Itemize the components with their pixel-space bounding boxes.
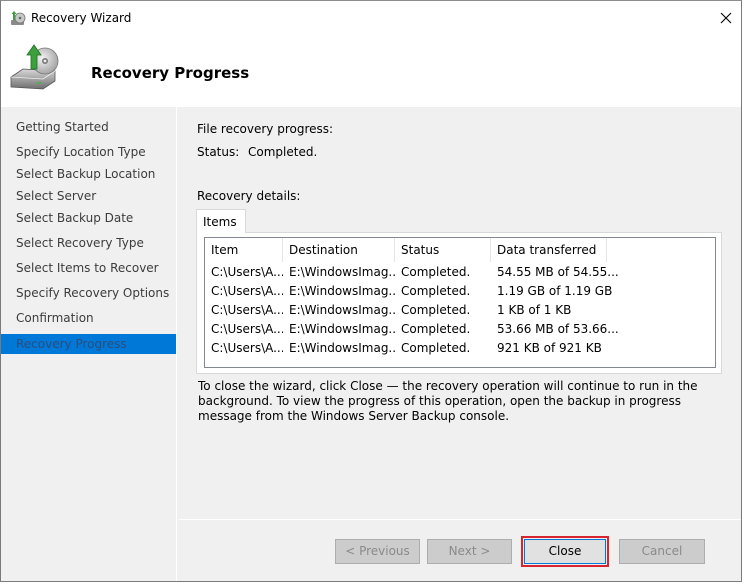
list-item[interactable]: C:\Users\A... E:\WindowsImag... Complete…	[205, 320, 715, 339]
sidebar-item-label: Getting Started	[16, 120, 109, 134]
close-icon	[720, 12, 732, 24]
sidebar-item-label: Confirmation	[16, 311, 94, 325]
cell-status: Completed.	[401, 265, 471, 279]
list-item[interactable]: C:\Users\A... E:\WindowsImag... Complete…	[205, 263, 715, 282]
close-window-button[interactable]	[713, 5, 739, 31]
sidebar-item-specify-recovery-options[interactable]: Specify Recovery Options	[1, 283, 176, 303]
sidebar-item-select-backup-location[interactable]: Select Backup Location	[1, 164, 176, 184]
sidebar-item-label: Select Backup Date	[16, 211, 134, 225]
sidebar-item-specify-location-type[interactable]: Specify Location Type	[1, 142, 176, 162]
list-item[interactable]: C:\Users\A... E:\WindowsImag... Complete…	[205, 301, 715, 320]
cell-data-transferred: 1.19 GB of 1.19 GB	[497, 284, 613, 298]
sidebar-item-select-items-to-recover[interactable]: Select Items to Recover	[1, 258, 176, 278]
cell-destination: E:\WindowsImag...	[289, 265, 395, 279]
cell-item: C:\Users\A...	[211, 265, 283, 279]
tab-label: Items	[203, 215, 237, 229]
tab-items[interactable]: Items	[196, 209, 246, 233]
cell-destination: E:\WindowsImag...	[289, 322, 395, 336]
sidebar-item-label: Select Items to Recover	[16, 261, 159, 275]
sidebar-item-label: Specify Recovery Options	[16, 286, 170, 300]
wizard-app-icon	[10, 10, 26, 26]
sidebar-item-recovery-progress[interactable]: Recovery Progress	[1, 334, 176, 354]
cancel-button[interactable]: Cancel	[619, 539, 705, 564]
file-recovery-progress-label: File recovery progress:	[197, 122, 334, 136]
list-item[interactable]: C:\Users\A... E:\WindowsImag... Complete…	[205, 339, 715, 358]
footer-divider	[179, 519, 741, 520]
cell-destination: E:\WindowsImag...	[289, 284, 395, 298]
sidebar-item-label: Select Server	[16, 189, 97, 203]
title-bar: Recovery Wizard	[1, 1, 741, 35]
status-value: Completed.	[248, 145, 318, 159]
previous-button[interactable]: < Previous	[335, 539, 420, 564]
close-button[interactable]: Close	[521, 536, 609, 567]
recovery-items-list[interactable]: Item Destination Status Data transferred…	[204, 237, 716, 368]
sidebar-item-select-server[interactable]: Select Server	[1, 186, 176, 206]
cell-status: Completed.	[401, 322, 471, 336]
cell-item: C:\Users\A...	[211, 322, 283, 336]
cell-item: C:\Users\A...	[211, 303, 283, 317]
wizard-steps-sidebar: Getting Started Specify Location Type Se…	[1, 107, 177, 581]
sidebar-item-confirmation[interactable]: Confirmation	[1, 308, 176, 328]
backup-restore-drive-icon	[9, 41, 61, 93]
sidebar-item-label: Select Recovery Type	[16, 236, 144, 250]
cell-status: Completed.	[401, 284, 471, 298]
sidebar-item-label: Specify Location Type	[16, 145, 146, 159]
sidebar-item-select-recovery-type[interactable]: Select Recovery Type	[1, 233, 176, 253]
list-header: Item Destination Status Data transferred	[205, 238, 715, 262]
sidebar-item-label: Recovery Progress	[16, 337, 127, 351]
cell-status: Completed.	[401, 341, 471, 355]
column-header-data-transferred[interactable]: Data transferred	[491, 238, 607, 262]
status-label: Status:	[197, 145, 240, 159]
list-item[interactable]: C:\Users\A... E:\WindowsImag... Complete…	[205, 282, 715, 301]
cell-data-transferred: 54.55 MB of 54.55...	[497, 265, 619, 279]
cell-data-transferred: 53.66 MB of 53.66...	[497, 322, 619, 336]
column-header-item[interactable]: Item	[205, 238, 283, 262]
cell-data-transferred: 921 KB of 921 KB	[497, 341, 602, 355]
window-title: Recovery Wizard	[31, 11, 132, 25]
sidebar-item-label: Select Backup Location	[16, 167, 156, 181]
sidebar-item-getting-started[interactable]: Getting Started	[1, 117, 176, 137]
wizard-header: Recovery Progress	[1, 35, 741, 107]
recovery-wizard-window: Recovery Wizard Recovery Progress Gettin…	[0, 0, 742, 582]
next-button[interactable]: Next >	[427, 539, 512, 564]
cell-destination: E:\WindowsImag...	[289, 303, 395, 317]
cell-item: C:\Users\A...	[211, 341, 283, 355]
page-title: Recovery Progress	[91, 64, 250, 82]
recovery-details-label: Recovery details:	[197, 189, 301, 203]
sidebar-item-select-backup-date[interactable]: Select Backup Date	[1, 208, 176, 228]
cell-item: C:\Users\A...	[211, 284, 283, 298]
close-instructions-text: To close the wizard, click Close — the r…	[198, 379, 698, 423]
column-header-destination[interactable]: Destination	[283, 238, 395, 262]
cell-data-transferred: 1 KB of 1 KB	[497, 303, 572, 317]
column-header-status[interactable]: Status	[395, 238, 491, 262]
cell-status: Completed.	[401, 303, 471, 317]
cell-destination: E:\WindowsImag...	[289, 341, 395, 355]
